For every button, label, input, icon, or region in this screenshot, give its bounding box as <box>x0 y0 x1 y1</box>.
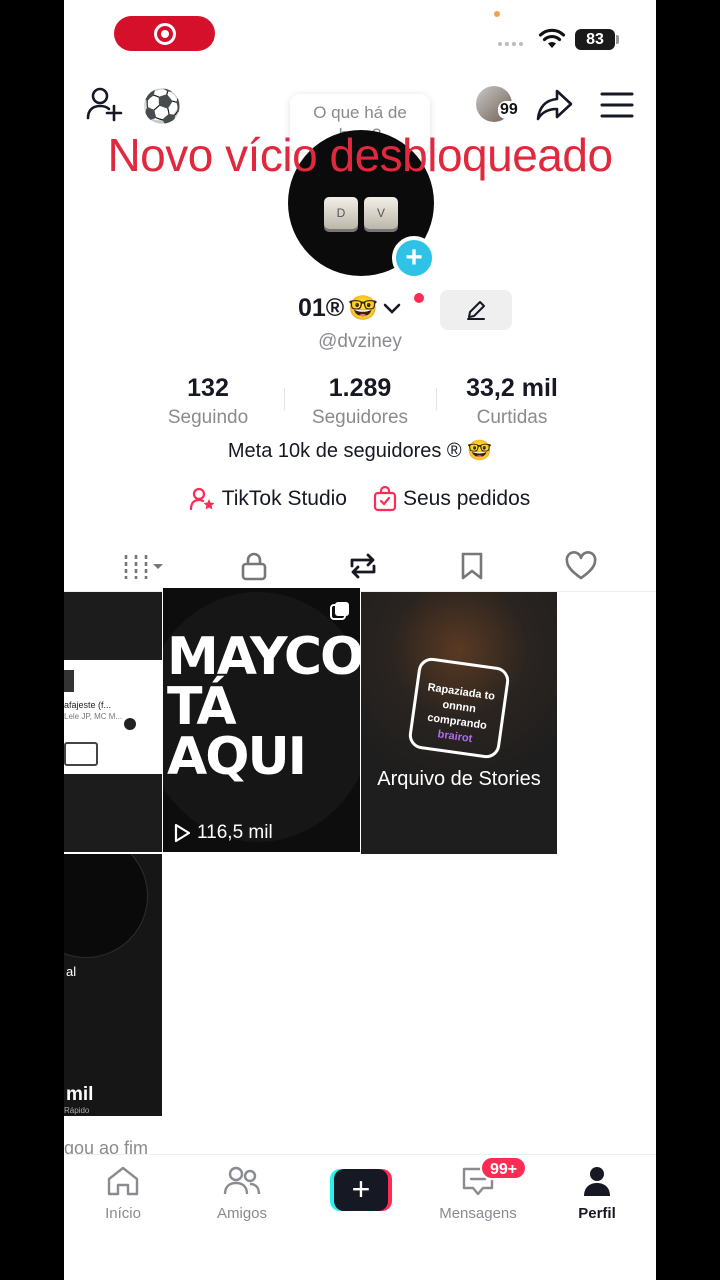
followers-stat[interactable]: 1.289 Seguidores <box>284 374 436 429</box>
tile-speed-label: Rápido <box>64 1106 90 1115</box>
nav-friends-label: Amigos <box>216 1205 268 1222</box>
video-thumbnail-text: MAYCON TÁ AQUI <box>167 627 360 787</box>
home-icon <box>107 1166 139 1196</box>
video-tile[interactable]: afajeste (f... Lele JP, MC M... <box>64 592 162 852</box>
tile-caption: al <box>66 964 77 979</box>
profile-stats: 132 Seguindo 1.289 Seguidores 33,2 mil C… <box>64 374 656 429</box>
nav-friends[interactable]: Amigos <box>192 1165 292 1222</box>
profile-icon <box>584 1167 610 1196</box>
play-icon <box>174 823 191 843</box>
likes-stat[interactable]: 33,2 mil Curtidas <box>436 374 588 429</box>
tile-view-count: mil <box>66 1084 94 1105</box>
view-count: 116,5 mil <box>173 822 273 844</box>
likes-count: 33,2 mil <box>466 374 558 402</box>
view-count-label: 116,5 mil <box>197 822 273 843</box>
keycap-d: D <box>324 197 358 229</box>
music-player-card: afajeste (f... Lele JP, MC M... <box>64 660 162 774</box>
wifi-icon <box>538 28 566 48</box>
following-label: Seguindo <box>167 407 249 428</box>
battery-level: 83 <box>575 29 615 50</box>
song-artists: Lele JP, MC M... <box>64 712 123 721</box>
shopping-bag-icon <box>373 486 397 512</box>
video-tile[interactable]: al mil Rápido <box>64 854 162 1116</box>
notification-count: 99 <box>498 101 520 119</box>
edit-profile-button[interactable] <box>440 290 512 330</box>
story-archive-tile[interactable]: Rapaziada to onnnn comprando brairot Arq… <box>361 592 557 854</box>
story-archive-label: Arquivo de Stories <box>377 768 541 790</box>
multi-photo-icon <box>330 602 349 620</box>
cellular-signal-icon <box>498 42 523 46</box>
display-name[interactable]: 01® 🤓 <box>298 294 402 323</box>
tab-favorites[interactable] <box>417 540 526 591</box>
profile-tabs <box>64 540 656 592</box>
following-count: 132 <box>187 374 229 402</box>
following-stat[interactable]: 132 Seguindo <box>132 374 284 429</box>
video-tile[interactable]: MAYCON TÁ AQUI 116,5 mil <box>163 588 360 852</box>
tile-background-circle <box>64 854 148 958</box>
story-preview-card: Rapaziada to onnnn comprando brairot <box>407 656 511 760</box>
nav-home[interactable]: Início <box>73 1165 173 1222</box>
keycap-v: V <box>364 197 398 229</box>
profile-screen: 83 ⚽ O que há de bom? 99 D V + Novo víci… <box>64 0 656 1280</box>
record-icon <box>153 22 176 45</box>
orders-link[interactable]: Seus pedidos <box>373 486 530 512</box>
add-friend-icon[interactable] <box>86 86 124 124</box>
add-story-button[interactable]: + <box>392 236 436 280</box>
share-icon[interactable] <box>536 88 574 122</box>
videos-grid-icon <box>124 554 163 579</box>
tiktok-studio-label: TikTok Studio <box>221 487 347 510</box>
album-cover <box>64 670 74 692</box>
username-handle: @dvziney <box>318 331 402 352</box>
followers-label: Seguidores <box>311 407 409 428</box>
account-switch-dot <box>414 293 424 303</box>
messages-badge: 99+ <box>480 1156 528 1180</box>
studio-person-star-icon <box>189 487 215 511</box>
song-title: afajeste (f... <box>64 700 112 710</box>
orders-label: Seus pedidos <box>403 487 531 510</box>
lock-icon <box>241 552 266 580</box>
tab-liked[interactable] <box>526 540 635 591</box>
battery-tip <box>616 35 619 44</box>
soccer-ball-icon[interactable]: ⚽ <box>142 86 182 126</box>
pause-icon <box>124 718 136 730</box>
bottom-navigation: Início Amigos + Mensagens Perfil <box>64 1154 656 1280</box>
nav-profile-label: Perfil <box>578 1205 616 1222</box>
video-caption-overlay: Novo vício desbloqueado <box>107 129 613 181</box>
friends-icon <box>223 1166 261 1195</box>
profile-bio[interactable]: Meta 10k de seguidores ® 🤓 <box>64 438 656 463</box>
followers-count: 1.289 <box>328 374 392 402</box>
nav-home-label: Início <box>105 1205 141 1222</box>
privacy-indicator-icon <box>494 11 500 17</box>
display-name-text: 01® <box>298 294 345 322</box>
pencil-icon <box>467 301 485 320</box>
input-box <box>64 742 98 766</box>
likes-label: Curtidas <box>476 407 548 428</box>
menu-icon[interactable] <box>600 91 634 119</box>
nav-profile[interactable]: Perfil <box>547 1165 647 1222</box>
nerd-emoji-icon: 🤓 <box>348 295 379 322</box>
repost-icon <box>350 553 375 578</box>
tab-reposts[interactable] <box>308 540 417 591</box>
tab-videos[interactable] <box>90 540 199 591</box>
create-button[interactable]: + <box>330 1169 392 1211</box>
screen-recording-indicator[interactable] <box>114 16 215 51</box>
chevron-down-icon <box>383 303 401 314</box>
nav-messages-label: Mensagens <box>439 1205 517 1222</box>
heart-icon <box>565 550 596 579</box>
bookmark-icon <box>461 552 482 579</box>
profile-links: TikTok Studio Seus pedidos <box>64 486 656 512</box>
plus-icon: + <box>334 1169 388 1211</box>
tiktok-studio-link[interactable]: TikTok Studio <box>189 486 347 512</box>
tab-private[interactable] <box>199 540 308 591</box>
